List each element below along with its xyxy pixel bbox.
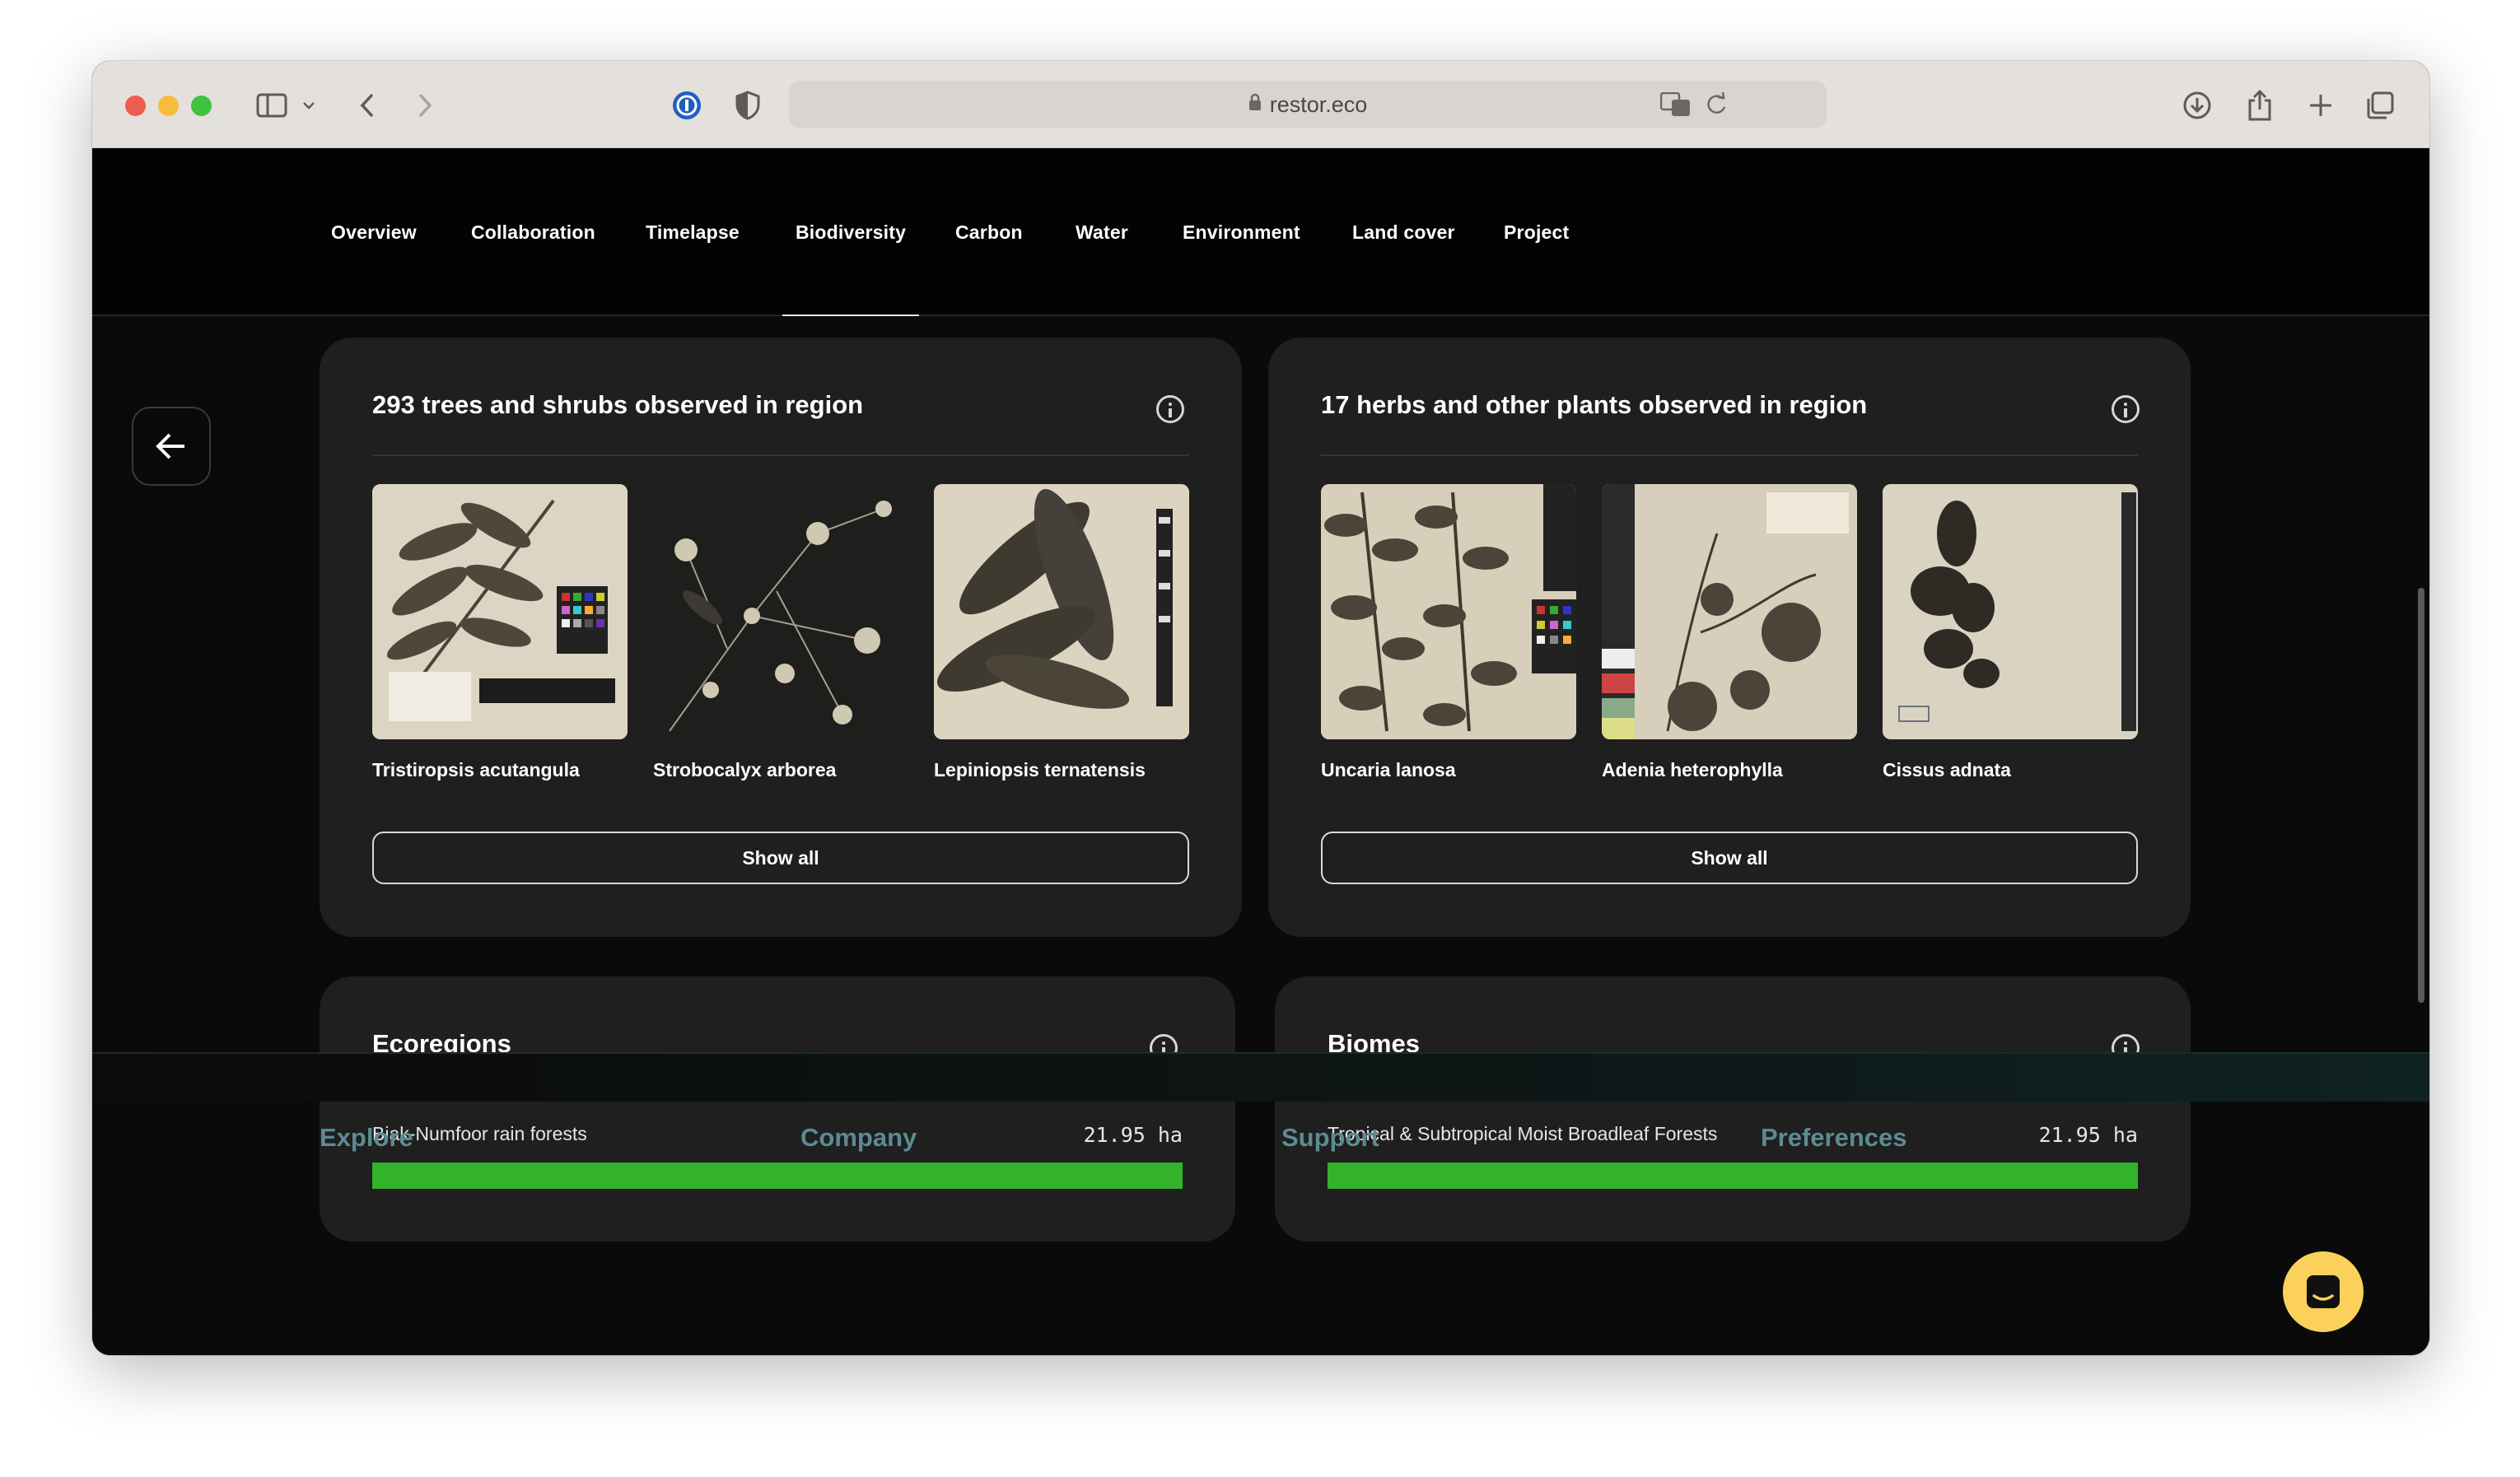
show-all-button[interactable]: Show all <box>1321 832 2138 884</box>
biome-area: 21.95 ha <box>2038 1123 2138 1147</box>
tab-water[interactable]: Water <box>1076 148 1128 316</box>
tab-overview-icon[interactable] <box>2362 82 2398 128</box>
species-image[interactable] <box>934 484 1189 739</box>
zoom-window-button[interactable] <box>191 96 212 116</box>
sidebar-toggle-icon[interactable] <box>254 82 290 128</box>
minimize-window-button[interactable] <box>158 96 179 116</box>
species-image[interactable] <box>1883 484 2138 739</box>
close-window-button[interactable] <box>125 96 146 116</box>
share-icon[interactable] <box>2242 82 2278 128</box>
privacy-shield-icon[interactable] <box>731 82 764 128</box>
lock-icon <box>1248 93 1262 116</box>
footer <box>92 1052 2429 1102</box>
tab-collaboration[interactable]: Collaboration <box>471 148 595 316</box>
footer-company[interactable]: Company <box>800 1123 917 1153</box>
show-all-button[interactable]: Show all <box>372 832 1189 884</box>
tab-overview[interactable]: Overview <box>331 148 417 316</box>
ecoregion-bar-fill <box>372 1162 1183 1189</box>
herbs-plants-card: 17 herbs and other plants observed in re… <box>1268 338 2191 937</box>
species-name[interactable]: Strobocalyx arborea <box>653 759 836 781</box>
main-content: 293 trees and shrubs observed in region <box>92 316 2429 1355</box>
footer-preferences[interactable]: Preferences <box>1761 1123 1907 1153</box>
translate-icon[interactable] <box>1659 91 1692 123</box>
tab-project[interactable]: Project <box>1504 148 1569 316</box>
url-text: restor.eco <box>1269 91 1368 117</box>
footer-explore[interactable]: Explore <box>320 1123 413 1153</box>
biomes-card: Biomes Tropical & Subtropical Moist Broa… <box>1275 976 2191 1242</box>
ecoregions-card: Ecoregions Biak-Numfoor rain forests 21.… <box>320 976 1235 1242</box>
biome-bar-fill <box>1328 1162 2138 1189</box>
tab-environment[interactable]: Environment <box>1183 148 1300 316</box>
biome-name: Tropical & Subtropical Moist Broadleaf F… <box>1328 1123 1718 1144</box>
divider <box>1321 454 2138 456</box>
arrow-left-icon <box>156 433 184 459</box>
tab-land-cover[interactable]: Land cover <box>1352 148 1455 316</box>
tab-timelapse[interactable]: Timelapse <box>646 148 740 316</box>
species-name[interactable]: Tristiropsis acutangula <box>372 759 580 781</box>
ecoregion-bar <box>372 1162 1183 1189</box>
reload-icon[interactable] <box>1705 91 1728 123</box>
species-image[interactable] <box>653 484 908 739</box>
species-name[interactable]: Uncaria lanosa <box>1321 759 1456 781</box>
back-nav-icon[interactable] <box>351 82 384 128</box>
tab-biodiversity[interactable]: Biodiversity <box>782 148 920 318</box>
downloads-icon[interactable] <box>2179 82 2215 128</box>
browser-window: restor.eco Overview Collaboration Timela… <box>92 61 2429 1355</box>
browser-toolbar: restor.eco <box>92 61 2429 148</box>
scrollbar[interactable] <box>2418 588 2424 1003</box>
password-manager-icon[interactable] <box>669 82 705 128</box>
chat-support-button[interactable] <box>2283 1251 2364 1332</box>
footer-support[interactable]: Support <box>1281 1123 1379 1153</box>
new-tab-icon[interactable] <box>2303 82 2339 128</box>
divider <box>372 454 1189 456</box>
tab-carbon[interactable]: Carbon <box>955 148 1023 316</box>
card-title: 17 herbs and other plants observed in re… <box>1321 390 1868 419</box>
card-title: 293 trees and shrubs observed in region <box>372 390 864 419</box>
species-image[interactable] <box>1321 484 1576 739</box>
trees-shrubs-card: 293 trees and shrubs observed in region <box>320 338 1242 937</box>
biome-bar <box>1328 1162 2138 1189</box>
back-button[interactable] <box>132 407 211 486</box>
forward-nav-icon[interactable] <box>408 82 441 128</box>
species-image[interactable] <box>372 484 628 739</box>
species-name[interactable]: Adenia heterophylla <box>1602 759 1783 781</box>
info-icon[interactable] <box>2112 395 2140 423</box>
ecoregion-area: 21.95 ha <box>1083 1123 1183 1147</box>
site-nav: Overview Collaboration Timelapse Biodive… <box>92 148 2429 318</box>
chevron-down-icon[interactable] <box>296 82 321 128</box>
species-name[interactable]: Cissus adnata <box>1883 759 2011 781</box>
species-name[interactable]: Lepiniopsis ternatensis <box>934 759 1146 781</box>
species-image[interactable] <box>1602 484 1857 739</box>
info-icon[interactable] <box>1156 395 1184 423</box>
chat-icon <box>2307 1275 2340 1308</box>
